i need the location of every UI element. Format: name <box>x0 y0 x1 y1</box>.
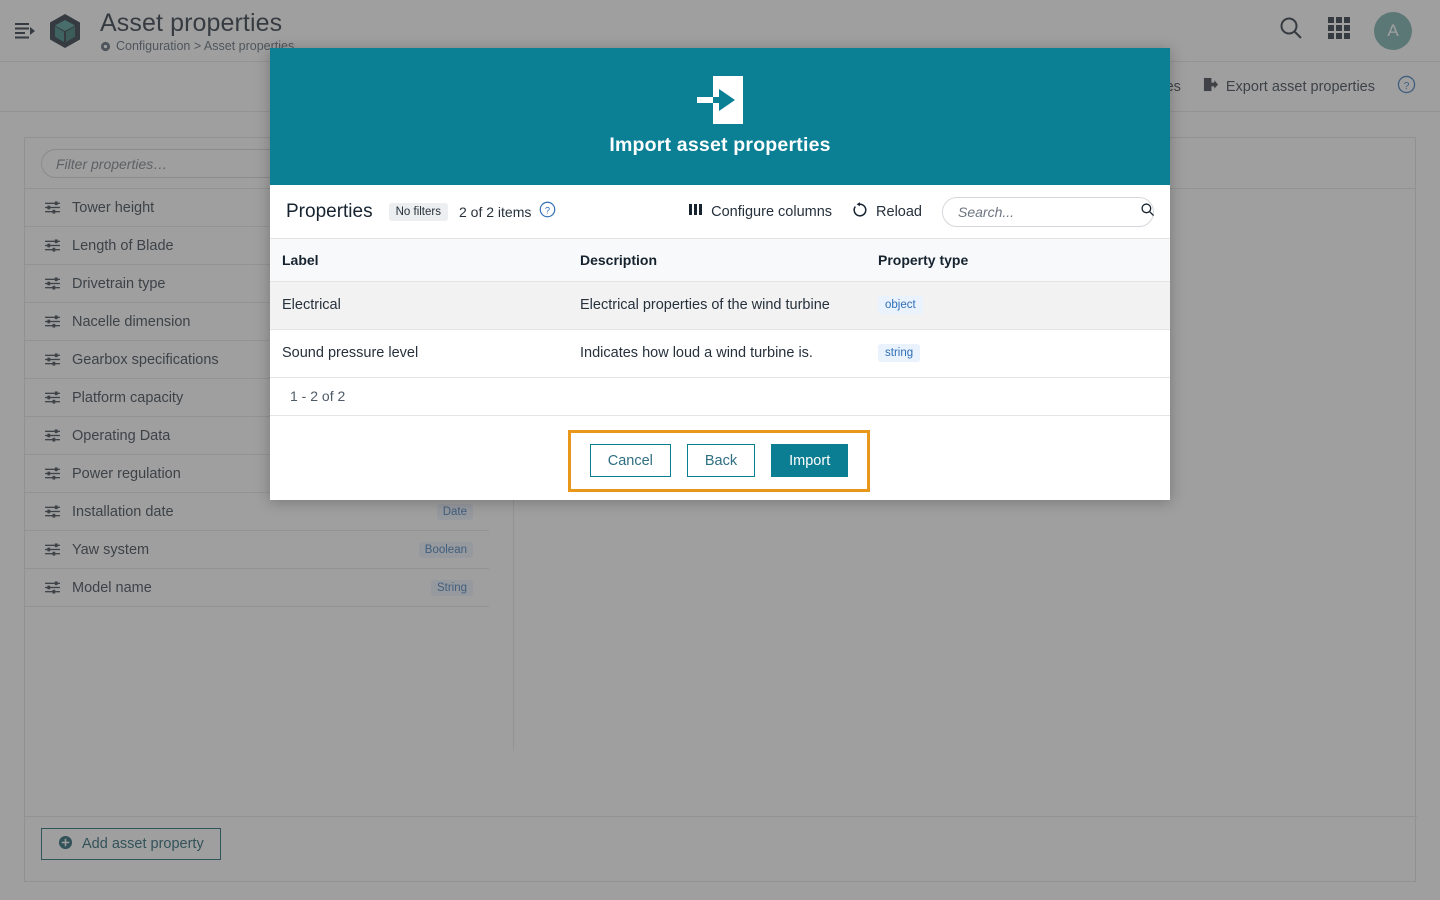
table-row[interactable]: Sound pressure level Indicates how loud a… <box>270 329 1170 378</box>
table-head: Label Description Property type <box>270 239 1170 282</box>
reload-button[interactable]: Reload <box>852 201 922 222</box>
reload-label: Reload <box>876 203 922 220</box>
column-header-description[interactable]: Description <box>570 239 868 282</box>
dialog-search-input[interactable] <box>958 203 1140 220</box>
no-filters-chip[interactable]: No filters <box>388 202 448 221</box>
import-arrow-icon <box>697 76 743 124</box>
property-type-badge: object <box>878 296 923 314</box>
table-header-row: Label Description Property type <box>270 239 1170 282</box>
pagination-label: 1 - 2 of 2 <box>270 378 1170 416</box>
table-body: Electrical Electrical properties of the w… <box>270 281 1170 378</box>
configure-columns-label: Configure columns <box>711 203 833 220</box>
configure-columns-button[interactable]: Configure columns <box>689 203 832 220</box>
screen: Asset properties Configuration > Asset p… <box>0 0 1440 900</box>
dialog-title: Import asset properties <box>609 134 831 156</box>
items-count-label: 2 of 2 items <box>458 203 532 220</box>
dialog-button-row: Cancel Back Import <box>568 430 870 492</box>
help-circle-icon[interactable]: ? <box>539 201 556 223</box>
column-header-label[interactable]: Label <box>270 239 570 282</box>
dialog-toolbar: Properties No filters 2 of 2 items ? Con… <box>270 185 1170 239</box>
cell-property-type: object <box>868 281 1170 330</box>
back-button[interactable]: Back <box>686 444 756 477</box>
reload-icon <box>852 201 868 222</box>
cancel-button[interactable]: Cancel <box>589 444 671 477</box>
dialog-search-box[interactable] <box>942 196 1155 227</box>
toolbar-right-actions: Configure columns Reload <box>689 196 1155 227</box>
cell-description: Electrical properties of the wind turbin… <box>570 281 868 330</box>
table-row[interactable]: Electrical Electrical properties of the w… <box>270 281 1170 330</box>
dialog-header: Import asset properties <box>270 48 1170 185</box>
import-button[interactable]: Import <box>771 444 849 477</box>
import-asset-properties-dialog: Import asset properties Properties No fi… <box>270 48 1170 500</box>
column-header-property-type[interactable]: Property type <box>868 239 1170 282</box>
dialog-footer: Cancel Back Import <box>270 416 1170 501</box>
search-icon[interactable] <box>1140 202 1155 222</box>
cell-label: Electrical <box>270 281 570 330</box>
properties-table: Label Description Property type Electric… <box>270 239 1170 378</box>
properties-heading: Properties <box>286 200 373 222</box>
cell-label: Sound pressure level <box>270 329 570 378</box>
property-type-badge: string <box>878 344 921 362</box>
svg-text:?: ? <box>545 205 550 215</box>
cell-description: Indicates how loud a wind turbine is. <box>570 329 868 378</box>
cell-property-type: string <box>868 329 1170 378</box>
columns-icon <box>689 203 703 220</box>
